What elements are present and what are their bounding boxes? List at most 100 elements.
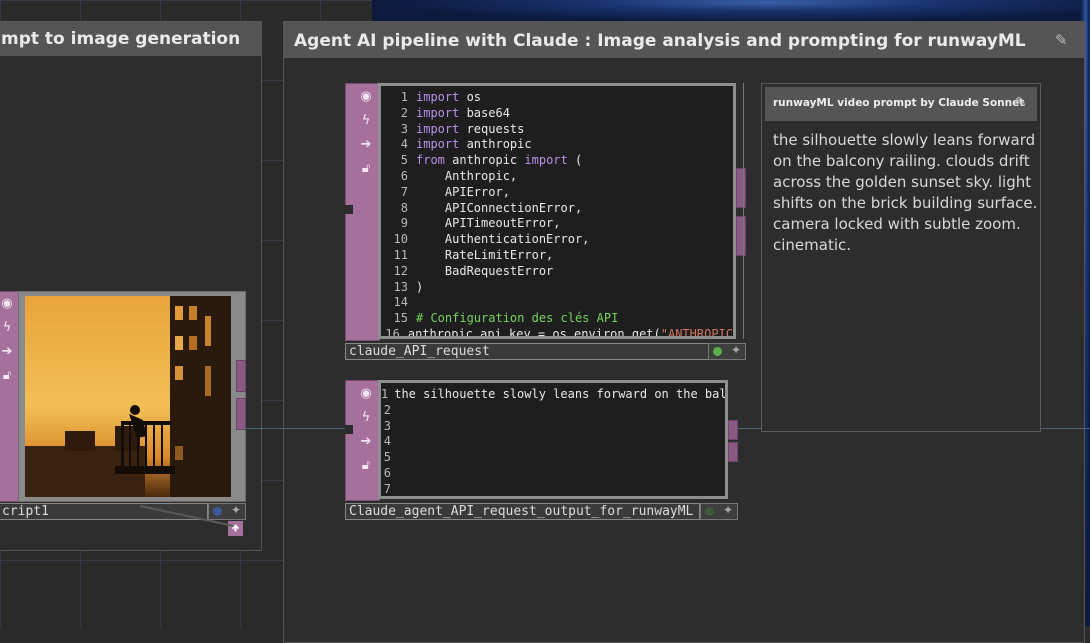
line-number: 15 (393, 311, 408, 326)
line-number: 1 (400, 90, 408, 104)
sunset-balcony-image (25, 296, 231, 497)
eye-icon[interactable]: ◉ (357, 88, 375, 106)
code-token: anthropic (444, 153, 525, 168)
code-line: 13) (381, 280, 733, 296)
plus-icon[interactable]: ✦ (731, 343, 741, 357)
plus-icon[interactable]: ✦ (231, 503, 241, 517)
code-token: APIError, (416, 184, 510, 199)
code-editor[interactable]: 1 import os 2 import base64 3 import requests… (378, 83, 736, 339)
prompt-panel-title: runwayML video prompt by Claude Sonnet (773, 97, 1025, 109)
code-line: 10 AuthenticationError, (381, 232, 733, 248)
code-op-frame-right (736, 83, 744, 339)
line-number: 1 (381, 387, 389, 401)
code-token: import (416, 121, 460, 136)
code-token: "ANTHROPIC (660, 326, 733, 339)
lock-icon[interactable]: 🔓︎ (0, 367, 16, 385)
output-line: 1 the silhouette slowly leans forward on … (381, 387, 725, 403)
output-line: 7 (381, 482, 725, 496)
connection-wire (244, 428, 345, 429)
line-number: 6 (400, 168, 408, 183)
code-line: 14 (381, 295, 733, 311)
code-line: 3 import requests (381, 122, 733, 138)
output-line: 6 (381, 466, 725, 482)
code-token: base64 (459, 105, 510, 120)
edit-icon[interactable]: ✎ (1055, 31, 1071, 49)
output-line: 5 (381, 450, 725, 466)
code-token: import (416, 105, 460, 120)
line-number: 7 (400, 184, 408, 199)
output-line: 4 (381, 434, 725, 450)
code-line: 15 # Configuration des clés API (381, 311, 733, 327)
active-green-dot[interactable] (713, 347, 722, 356)
code-line: 4 import anthropic (381, 137, 733, 153)
code-token: ) (416, 279, 424, 294)
image-op-viewer[interactable] (18, 291, 246, 502)
arrow-right-icon[interactable]: ➔ (357, 136, 375, 154)
lightning-icon[interactable]: ϟ (357, 409, 375, 427)
line-number: 3 (400, 121, 408, 136)
code-token: os (459, 90, 482, 104)
plus-icon[interactable]: ✦ (723, 503, 733, 517)
prompt-panel-header: runwayML video prompt by Claude Sonnet ✎ (765, 87, 1037, 121)
line-number: 4 (400, 137, 408, 152)
line-number: 8 (400, 200, 408, 215)
eye-icon[interactable]: ◉ (0, 295, 16, 313)
code-line: 8 APIConnectionError, (381, 201, 733, 217)
image-op-output-connector[interactable] (236, 360, 246, 392)
output-op-flags: ✦ (700, 503, 738, 520)
line-number: 9 (400, 216, 408, 231)
lock-icon[interactable]: 🔓︎ (357, 160, 375, 178)
code-line: 6 Anthropic, (381, 169, 733, 185)
code-token: APITimeoutError, (416, 216, 561, 231)
image-op-sidebar: ◉ ϟ ➔ 🔓︎ (0, 291, 20, 502)
code-line: 5 from anthropic import ( (381, 153, 733, 169)
code-line: 1 import os (381, 90, 733, 106)
code-token: APIConnectionError, (416, 200, 583, 215)
line-number: 2 (400, 105, 408, 120)
arrow-right-icon[interactable]: ➔ (357, 433, 375, 451)
output-op-output-connector[interactable] (728, 420, 738, 440)
code-op-flags: ✦ (708, 343, 746, 360)
output-text: the silhouette slowly leans forward on t… (394, 387, 727, 401)
output-op-name[interactable]: Claude_agent_API_request_output_for_runw… (345, 503, 700, 520)
code-token: import (524, 153, 568, 168)
active-dot[interactable] (705, 507, 714, 516)
code-token: # Configuration des clés API (416, 311, 619, 326)
code-line: 9 APITimeoutError, (381, 216, 733, 232)
line-number: 13 (393, 279, 408, 294)
code-token: Anthropic, (416, 168, 518, 183)
line-number: 5 (400, 153, 408, 168)
left-box-title: mpt to image generation (0, 22, 261, 56)
viewer-active-dot[interactable] (213, 507, 222, 516)
line-number: 5 (383, 450, 391, 465)
code-token: ( (567, 153, 583, 168)
eye-icon[interactable]: ◉ (357, 385, 375, 403)
lock-icon[interactable]: 🔓︎ (357, 457, 375, 475)
prompt-panel-text: the silhouette slowly leans forward on t… (773, 131, 1038, 254)
code-op-input-connector[interactable] (345, 205, 353, 214)
line-number: 6 (383, 465, 391, 480)
code-line: 16 anthropic_api_key = os.environ.get("AN… (381, 326, 733, 339)
image-op-output-connector-2[interactable] (236, 398, 246, 430)
output-line: 3 (381, 419, 725, 435)
output-text-editor[interactable]: 1 the silhouette slowly leans forward on … (378, 380, 728, 499)
image-op-name[interactable]: cript1 (0, 503, 208, 520)
output-line: 2 (381, 403, 725, 419)
code-token: BadRequestError (416, 263, 554, 278)
line-number: 16 (385, 326, 400, 339)
code-line: 7 APIError, (381, 185, 733, 201)
code-line: 11 RateLimitError, (381, 248, 733, 264)
image-op-flags: ✦ (208, 503, 246, 520)
output-op-input-connector[interactable] (345, 425, 353, 434)
prompt-panel[interactable]: runwayML video prompt by Claude Sonnet ✎… (761, 83, 1041, 432)
arrow-right-icon[interactable]: ➔ (0, 343, 16, 361)
output-op-output-connector-2[interactable] (728, 442, 738, 462)
lightning-icon[interactable]: ϟ (357, 112, 375, 130)
lightning-icon[interactable]: ϟ (0, 319, 16, 337)
line-number: 2 (383, 402, 391, 417)
output-op-sidebar: ◉ ϟ ➔ 🔓︎ (345, 380, 380, 501)
edit-icon[interactable]: ✎ (1015, 95, 1027, 111)
background-space-image (372, 0, 1090, 22)
code-op-name[interactable]: claude_API_request (345, 343, 709, 360)
line-number: 3 (383, 418, 391, 433)
